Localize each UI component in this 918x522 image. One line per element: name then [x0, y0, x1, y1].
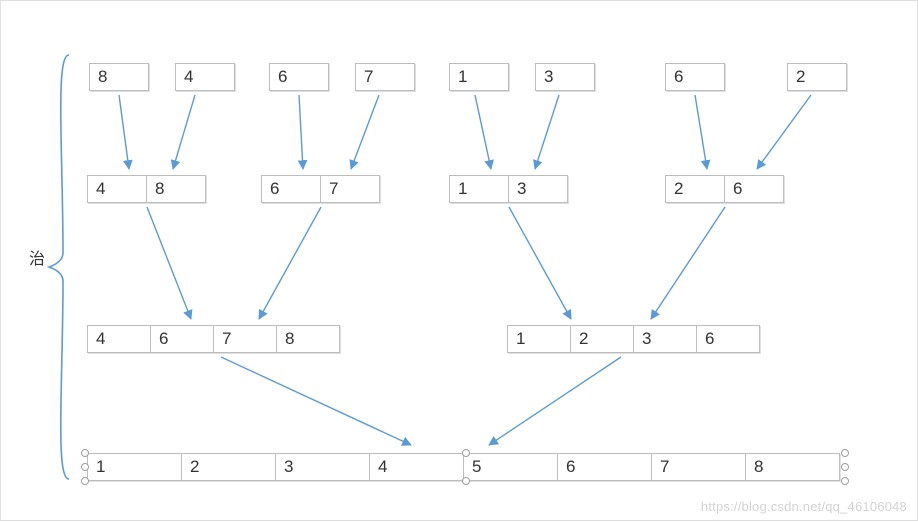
cell-r1-2: 6 [269, 63, 329, 91]
quad-r3-1: 1 2 3 6 [507, 325, 760, 353]
cell-r1-3: 7 [355, 63, 415, 91]
resize-handle-icon[interactable] [462, 477, 470, 485]
resize-handle-icon[interactable] [841, 449, 849, 457]
side-label: 治 [29, 245, 45, 269]
cell-r1-6: 6 [665, 63, 725, 91]
cell-r1-0: 8 [89, 63, 149, 91]
pair-r2-0: 4 8 [87, 175, 206, 203]
merge-diagram: 治 8 4 6 7 1 3 6 2 4 8 6 7 1 3 2 6 4 6 7 … [1, 1, 917, 520]
cell-r1-7: 2 [787, 63, 847, 91]
cell-r1-5: 3 [535, 63, 595, 91]
resize-handle-icon[interactable] [81, 449, 89, 457]
curly-brace-icon [47, 53, 75, 481]
pair-r2-2: 1 3 [449, 175, 568, 203]
quad-r3-0: 4 6 7 8 [87, 325, 340, 353]
resize-handle-icon[interactable] [841, 463, 849, 471]
pair-r2-1: 6 7 [261, 175, 380, 203]
cell-r1-4: 1 [449, 63, 509, 91]
resize-handle-icon[interactable] [81, 477, 89, 485]
watermark: https://blog.csdn.net/qq_46106048 [701, 499, 907, 514]
resize-handle-icon[interactable] [462, 449, 470, 457]
pair-r2-3: 2 6 [665, 175, 784, 203]
resize-handle-icon[interactable] [841, 477, 849, 485]
resize-handle-icon[interactable] [81, 463, 89, 471]
cell-r1-1: 4 [175, 63, 235, 91]
